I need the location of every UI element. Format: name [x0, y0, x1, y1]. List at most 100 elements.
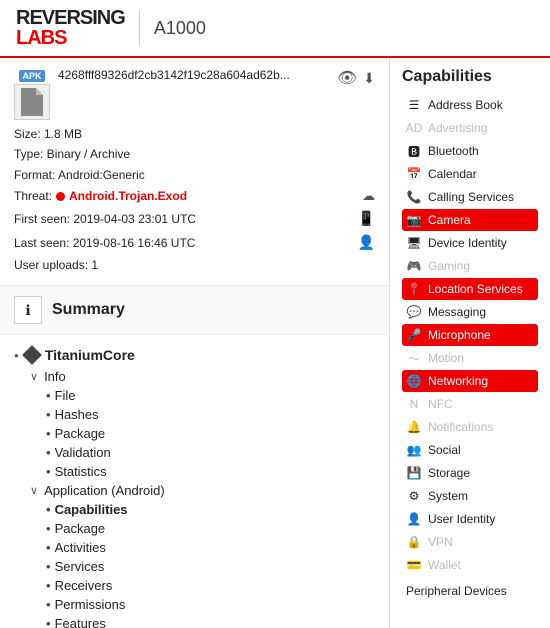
tree-info-section: ∨ Info FileHashesPackageValidationStatis… — [30, 367, 375, 628]
capability-label: User Identity — [428, 512, 495, 526]
capability-item[interactable]: 📍Location Services — [402, 278, 538, 300]
tree-leaf-app[interactable]: Activities — [30, 538, 375, 557]
capability-item[interactable]: 〜 Motion — [402, 347, 538, 369]
capability-icon: 📞 — [406, 189, 422, 205]
peripheral-devices: Peripheral Devices — [402, 582, 538, 600]
capability-item[interactable]: 💬Messaging — [402, 301, 538, 323]
tree-leaf-app[interactable]: Receivers — [30, 576, 375, 595]
capability-item[interactable]: 📞 Calling Services — [402, 186, 538, 208]
capability-label: Motion — [428, 351, 464, 365]
info-collapse[interactable]: ∨ — [30, 370, 38, 383]
capability-icon: 🔔 — [406, 419, 422, 435]
right-panel: Capabilities ☰Address Book AD Advertising 🅱… — [390, 58, 550, 628]
tree-leaf-info[interactable]: Statistics — [30, 462, 375, 481]
app-collapse[interactable]: ∨ — [30, 484, 38, 497]
capability-label: Advertising — [428, 121, 487, 135]
capability-item[interactable]: 💾 Storage — [402, 462, 538, 484]
capability-icon: 🎤 — [406, 327, 422, 343]
file-icon — [14, 84, 50, 120]
capability-icon: 🖥 — [406, 235, 422, 251]
capability-item[interactable]: 🎮 Gaming — [402, 255, 538, 277]
last-seen: Last seen: 2019-08-16 16:46 UTC — [14, 233, 195, 253]
logo: REVERSING LABS — [16, 8, 125, 48]
titaniumcore-icon — [22, 345, 42, 365]
capability-item[interactable]: ☰Address Book — [402, 94, 538, 116]
tree-leaf-app[interactable]: Capabilities — [30, 500, 375, 519]
capability-item[interactable]: 🎤 Microphone — [402, 324, 538, 346]
tree-leaf-info[interactable]: File — [30, 386, 375, 405]
capability-label: Storage — [428, 466, 470, 480]
summary-label: Summary — [52, 301, 125, 319]
tree-leaf-info[interactable]: Hashes — [30, 405, 375, 424]
capability-label: Device Identity — [428, 236, 507, 250]
tree-leaf-info[interactable]: Validation — [30, 443, 375, 462]
capability-icon: ⚙ — [406, 488, 422, 504]
capability-icon: 〜 — [406, 350, 422, 366]
capability-label: Gaming — [428, 259, 470, 273]
tree-leaf-app[interactable]: Package — [30, 519, 375, 538]
header: REVERSING LABS A1000 — [0, 0, 550, 58]
capability-label: Social — [428, 443, 461, 457]
threat-row: Threat: Android.Trojan.Exod ☁ — [14, 185, 375, 207]
capability-item[interactable]: 🅱Bluetooth — [402, 140, 538, 162]
user-icon: 👤 — [358, 231, 375, 255]
capability-icon: ☰ — [406, 97, 422, 113]
cloud-icon: ☁ — [362, 185, 375, 207]
capability-item[interactable]: 📷Camera — [402, 209, 538, 231]
tree-leaf-app[interactable]: Features — [30, 614, 375, 628]
capability-item[interactable]: NNFC — [402, 393, 538, 415]
capability-icon: 💬 — [406, 304, 422, 320]
capability-label: Camera — [428, 213, 471, 227]
tree-leaf-app[interactable]: Services — [30, 557, 375, 576]
capability-label: System — [428, 489, 468, 503]
capability-icon: AD — [406, 120, 422, 136]
tree-root-label: TitaniumCore — [45, 347, 135, 363]
capability-label: VPN — [428, 535, 453, 549]
main-layout: APK 4268fff89326df2cb3142f19c28a604ad62b… — [0, 58, 550, 628]
capability-label: Microphone — [428, 328, 491, 342]
info-items: FileHashesPackageValidationStatistics — [30, 386, 375, 481]
info-icon: ℹ — [25, 302, 30, 319]
app-items: CapabilitiesPackageActivitiesServicesRec… — [30, 500, 375, 628]
app-header: ∨ Application (Android) — [30, 481, 375, 500]
app-label: Application (Android) — [44, 483, 165, 498]
file-format: Format: Android:Generic — [14, 165, 375, 185]
capabilities-list: ☰Address Book AD Advertising 🅱Bluetooth📅Cal… — [402, 94, 538, 576]
file-meta: Size: 1.8 MB Type: Binary / Archive Form… — [14, 124, 375, 275]
capability-item[interactable]: 🌐Networking — [402, 370, 538, 392]
tree-leaf-info[interactable]: Package — [30, 424, 375, 443]
capability-item[interactable]: 👤 User Identity — [402, 508, 538, 530]
threat-label: Threat: — [14, 186, 52, 206]
user-uploads: User uploads: 1 — [14, 255, 375, 275]
capability-icon: 🎮 — [406, 258, 422, 274]
download-icon[interactable]: ⬇ — [363, 70, 375, 87]
capability-item[interactable]: 🖥 Device Identity — [402, 232, 538, 254]
capabilities-title: Capabilities — [402, 68, 538, 86]
eye-icon[interactable]: 👁 — [337, 68, 357, 88]
capability-icon: 💾 — [406, 465, 422, 481]
capability-icon: 🔒 — [406, 534, 422, 550]
left-panel: APK 4268fff89326df2cb3142f19c28a604ad62b… — [0, 58, 390, 628]
file-type: Type: Binary / Archive — [14, 144, 375, 164]
tree-root-row: ● TitaniumCore — [14, 343, 375, 367]
capability-label: Calling Services — [428, 190, 514, 204]
threat-dot — [56, 192, 65, 201]
file-actions: 👁 ⬇ — [337, 68, 375, 88]
capability-item[interactable]: 💳 Wallet — [402, 554, 538, 576]
capability-icon: 👤 — [406, 511, 422, 527]
logo-top: REVERSING — [16, 8, 125, 28]
capability-icon: 💳 — [406, 557, 422, 573]
capability-item[interactable]: 🔔Notifications — [402, 416, 538, 438]
capability-label: Wallet — [428, 558, 461, 572]
logo-divider — [139, 10, 140, 46]
capability-item[interactable]: 👥Social — [402, 439, 538, 461]
threat-name: Android.Trojan.Exod — [69, 186, 187, 206]
capability-item[interactable]: 📅Calendar — [402, 163, 538, 185]
capability-item[interactable]: AD Advertising — [402, 117, 538, 139]
logo-bottom: LABS — [16, 28, 125, 48]
file-hash: 4268fff89326df2cb3142f19c28a604ad62b... — [58, 68, 290, 82]
capability-item[interactable]: 🔒 VPN — [402, 531, 538, 553]
file-header: APK 4268fff89326df2cb3142f19c28a604ad62b… — [14, 68, 375, 120]
capability-item[interactable]: ⚙ System — [402, 485, 538, 507]
tree-leaf-app[interactable]: Permissions — [30, 595, 375, 614]
